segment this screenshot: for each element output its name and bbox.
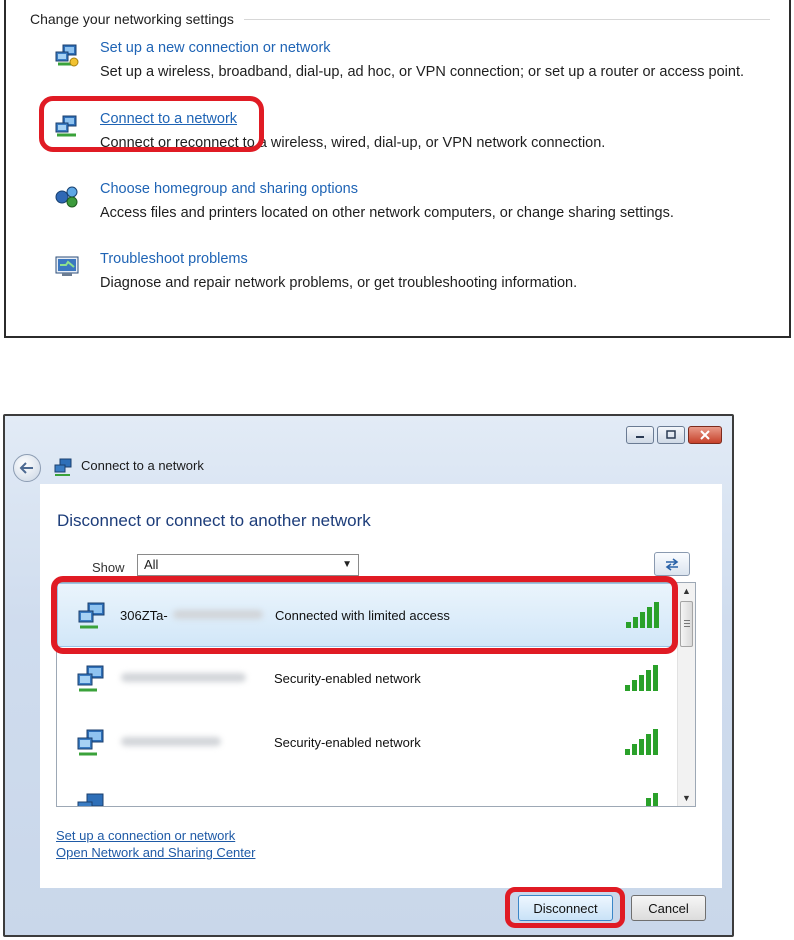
networking-settings-panel: Change your networking settings Set up a… xyxy=(4,0,791,338)
scroll-down-icon[interactable]: ▼ xyxy=(678,790,695,806)
network-item[interactable]: Security-enabled network xyxy=(57,647,678,711)
homegroup-link[interactable]: Choose homegroup and sharing options xyxy=(100,181,358,197)
dialog-title: Connect to a network xyxy=(81,458,204,473)
network-title-icon xyxy=(54,458,72,476)
redacted-ssid xyxy=(121,737,221,746)
show-filter-value: All xyxy=(144,557,159,572)
task-homegroup: Choose homegroup and sharing options Acc… xyxy=(54,181,774,233)
show-label: Show xyxy=(92,560,125,575)
highlight-connected-network xyxy=(51,576,678,654)
panel-header: Change your networking settings xyxy=(30,8,770,30)
scroll-up-icon[interactable]: ▲ xyxy=(678,583,695,599)
back-button[interactable] xyxy=(13,454,41,482)
show-filter-select[interactable]: All ▼ xyxy=(137,554,359,576)
chevron-down-icon: ▼ xyxy=(342,559,352,570)
minimize-icon xyxy=(636,436,644,438)
troubleshoot-icon xyxy=(55,256,79,276)
redacted-ssid xyxy=(121,673,246,682)
dialog-heading: Disconnect or connect to another network xyxy=(57,511,371,530)
network-status: Security-enabled network xyxy=(274,671,421,686)
wireless-network-icon xyxy=(77,729,104,756)
setup-connection-link[interactable]: Set up a connection or network xyxy=(56,828,235,843)
maximize-button[interactable] xyxy=(657,426,685,444)
connect-network-dialog: Connect to a network Disconnect or conne… xyxy=(3,414,734,937)
panel-title: Change your networking settings xyxy=(30,11,234,27)
new-connection-link[interactable]: Set up a new connection or network xyxy=(100,40,331,56)
highlight-disconnect-button xyxy=(505,887,625,928)
minimize-button[interactable] xyxy=(626,426,654,444)
homegroup-icon xyxy=(55,186,78,208)
signal-strength-icon xyxy=(646,793,658,806)
refresh-icon xyxy=(665,558,679,571)
maximize-icon xyxy=(666,430,676,439)
back-arrow-icon xyxy=(19,462,33,474)
header-divider xyxy=(243,18,770,20)
wireless-network-icon xyxy=(77,793,104,806)
highlight-connect-link xyxy=(39,96,264,152)
signal-strength-icon xyxy=(625,729,658,755)
wireless-network-icon xyxy=(77,665,104,692)
grip-icon xyxy=(684,620,690,621)
close-button[interactable] xyxy=(688,426,722,444)
cancel-button[interactable]: Cancel xyxy=(631,895,706,921)
new-connection-icon xyxy=(55,44,79,67)
troubleshoot-description: Diagnose and repair network problems, or… xyxy=(100,275,578,291)
close-icon xyxy=(700,430,710,440)
task-troubleshoot: Troubleshoot problems Diagnose and repai… xyxy=(54,251,774,303)
window-controls xyxy=(626,426,722,444)
new-connection-description: Set up a wireless, broadband, dial-up, a… xyxy=(100,64,745,80)
scrollbar-thumb[interactable] xyxy=(680,601,693,647)
task-new-connection: Set up a new connection or network Set u… xyxy=(54,40,774,92)
network-sharing-center-link[interactable]: Open Network and Sharing Center xyxy=(56,845,255,860)
network-status: Security-enabled network xyxy=(274,735,421,750)
network-list-scrollbar[interactable]: ▲ ▼ xyxy=(677,583,695,806)
homegroup-description: Access files and printers located on oth… xyxy=(100,205,674,221)
signal-strength-icon xyxy=(625,665,658,691)
troubleshoot-link[interactable]: Troubleshoot problems xyxy=(100,251,248,267)
refresh-button[interactable] xyxy=(654,552,690,576)
network-item[interactable]: Security-enabled network xyxy=(57,711,678,775)
dialog-content: Disconnect or connect to another network… xyxy=(40,484,722,888)
network-item[interactable] xyxy=(57,775,678,806)
